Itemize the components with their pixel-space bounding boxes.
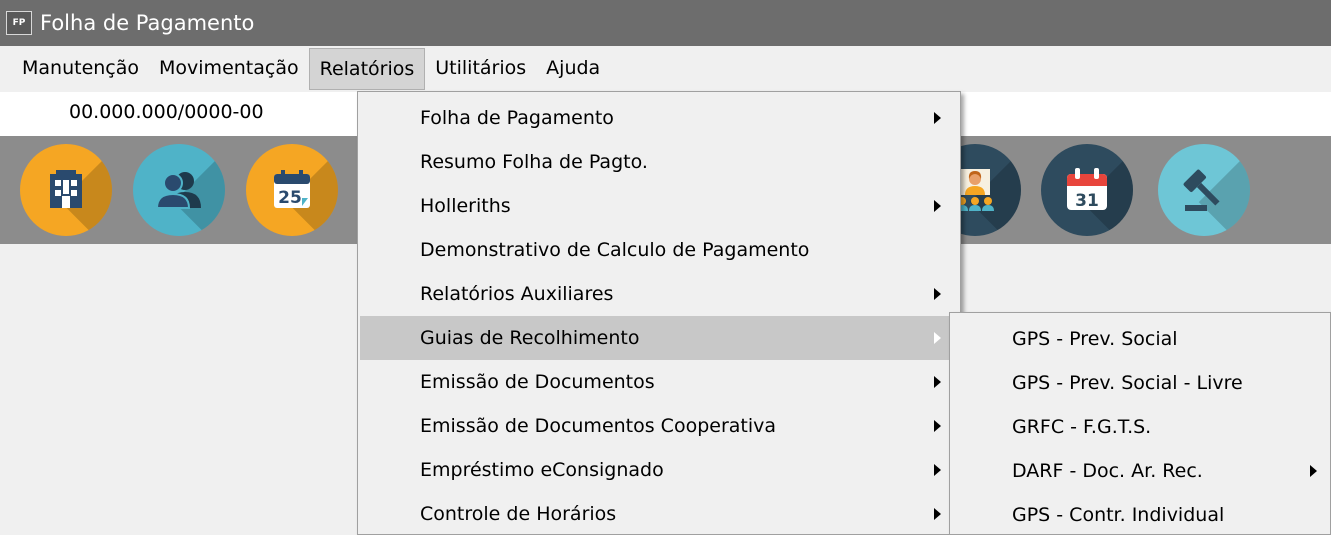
toolbar-users-button[interactable] <box>133 144 225 236</box>
menu-item-label: Relatórios Auxiliares <box>420 283 614 305</box>
calendar-25-icon: 25 <box>274 170 310 208</box>
submenu-arrow-icon <box>1310 465 1317 477</box>
building-icon <box>50 170 82 208</box>
menu-bar: Manutenção Movimentação Relatórios Utili… <box>0 46 1331 91</box>
menu-item-label: Guias de Recolhimento <box>420 327 640 349</box>
menu-item-folha-de-pagamento[interactable]: Folha de Pagamento <box>360 96 958 140</box>
toolbar-legal-button[interactable] <box>1158 144 1250 236</box>
app-window: FP Folha de Pagamento Manutenção Movimen… <box>0 0 1331 535</box>
svg-text:31: 31 <box>1075 191 1099 211</box>
menu-item-emissao-documentos[interactable]: Emissão de Documentos <box>360 360 958 404</box>
menu-item-resumo-folha[interactable]: Resumo Folha de Pagto. <box>360 140 958 184</box>
svg-text:25: 25 <box>278 188 302 208</box>
menu-item-label: Folha de Pagamento <box>420 107 614 129</box>
app-logo-icon: FP <box>6 11 32 35</box>
users-icon <box>155 172 201 209</box>
submenu-item-label: GPS - Contr. Individual <box>1012 504 1225 526</box>
calendar-31-icon: 31 <box>1067 168 1107 211</box>
submenu-arrow-icon <box>934 508 941 520</box>
submenu-item-label: GPS - Prev. Social <box>1012 328 1178 350</box>
submenu-arrow-icon <box>934 376 941 388</box>
submenu-arrow-icon <box>934 288 941 300</box>
submenu-item-label: GPS - Prev. Social - Livre <box>1012 372 1243 394</box>
menu-ajuda[interactable]: Ajuda <box>536 48 610 90</box>
menu-relatorios[interactable]: Relatórios <box>308 47 426 90</box>
menu-item-label: Demonstrativo de Calculo de Pagamento <box>420 239 810 261</box>
menu-item-demonstrativo[interactable]: Demonstrativo de Calculo de Pagamento <box>360 228 958 272</box>
submenu-arrow-icon <box>934 332 941 344</box>
menu-manutencao[interactable]: Manutenção <box>12 48 149 90</box>
menu-item-controle-de-horarios[interactable]: Controle de Horários <box>360 492 958 535</box>
submenu-item-gps-prev-social-livre[interactable]: GPS - Prev. Social - Livre <box>952 361 1328 405</box>
gavel-icon <box>1183 169 1220 211</box>
toolbar-calendar-25-button[interactable]: 25 <box>246 144 338 236</box>
submenu-arrow-icon <box>934 420 941 432</box>
menu-item-emissao-documentos-cooperativa[interactable]: Emissão de Documentos Cooperativa <box>360 404 958 448</box>
title-bar: FP Folha de Pagamento <box>0 0 1331 46</box>
menu-item-label: Emissão de Documentos Cooperativa <box>420 415 777 437</box>
submenu-item-gps-contr-individual[interactable]: GPS - Contr. Individual <box>952 493 1328 535</box>
submenu-item-grfc-fgts[interactable]: GRFC - F.G.T.S. <box>952 405 1328 449</box>
submenu-item-label: DARF - Doc. Ar. Rec. <box>1012 460 1203 482</box>
relatorios-dropdown: Folha de Pagamento Resumo Folha de Pagto… <box>357 91 961 535</box>
submenu-arrow-icon <box>934 112 941 124</box>
menu-item-label: Emissão de Documentos <box>420 371 655 393</box>
toolbar-calendar-31-button[interactable]: 31 <box>1041 144 1133 236</box>
company-cnpj: 00.000.000/0000-00 <box>69 101 264 123</box>
guias-submenu: GPS - Prev. Social GPS - Prev. Social - … <box>949 312 1331 535</box>
menu-item-guias-de-recolhimento[interactable]: Guias de Recolhimento <box>360 316 958 360</box>
toolbar-company-button[interactable] <box>20 144 112 236</box>
menu-utilitarios[interactable]: Utilitários <box>425 48 536 90</box>
window-title: Folha de Pagamento <box>40 11 255 35</box>
menu-movimentacao[interactable]: Movimentação <box>149 48 309 90</box>
menu-item-label: Empréstimo eConsignado <box>420 459 664 481</box>
submenu-item-darf[interactable]: DARF - Doc. Ar. Rec. <box>952 449 1328 493</box>
menu-item-emprestimo-econsignado[interactable]: Empréstimo eConsignado <box>360 448 958 492</box>
menu-item-relatorios-auxiliares[interactable]: Relatórios Auxiliares <box>360 272 958 316</box>
menu-item-holleriths[interactable]: Holleriths <box>360 184 958 228</box>
menu-item-label: Holleriths <box>420 195 511 217</box>
submenu-arrow-icon <box>934 200 941 212</box>
submenu-item-gps-prev-social[interactable]: GPS - Prev. Social <box>952 317 1328 361</box>
menu-item-label: Controle de Horários <box>420 503 617 525</box>
menu-item-label: Resumo Folha de Pagto. <box>420 151 648 173</box>
submenu-item-label: GRFC - F.G.T.S. <box>1012 416 1152 438</box>
submenu-arrow-icon <box>934 464 941 476</box>
